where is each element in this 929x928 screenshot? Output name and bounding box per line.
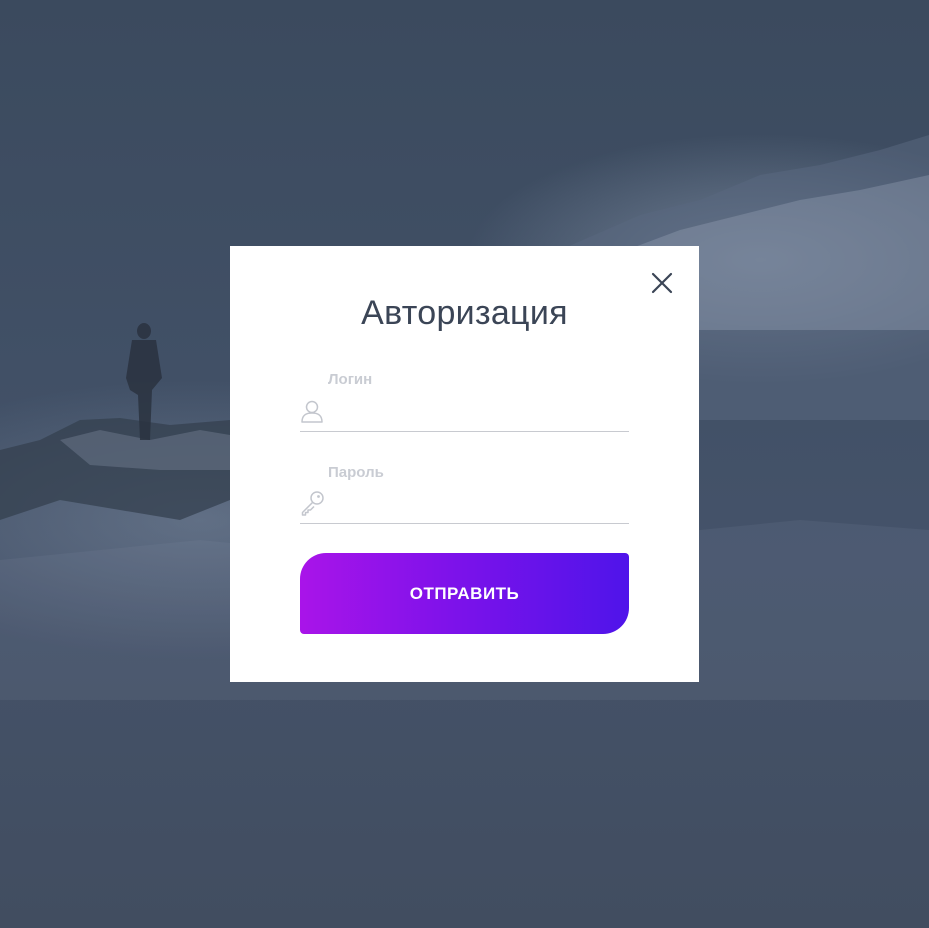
login-label: Логин xyxy=(328,371,373,388)
password-underline xyxy=(300,523,629,524)
password-field: Пароль xyxy=(300,464,629,526)
login-underline xyxy=(300,431,629,432)
submit-button[interactable]: ОТПРАВИТЬ xyxy=(300,553,629,634)
modal-title: Авторизация xyxy=(361,294,568,332)
login-input[interactable] xyxy=(330,396,626,424)
login-field: Логин xyxy=(300,371,629,433)
password-label: Пароль xyxy=(328,464,384,481)
key-icon xyxy=(301,491,324,516)
password-input[interactable] xyxy=(330,488,626,516)
close-icon[interactable] xyxy=(649,270,675,296)
auth-modal: Авторизация Логин Пароль ОТПРАВИТЬ xyxy=(230,246,699,682)
user-icon xyxy=(301,400,323,423)
